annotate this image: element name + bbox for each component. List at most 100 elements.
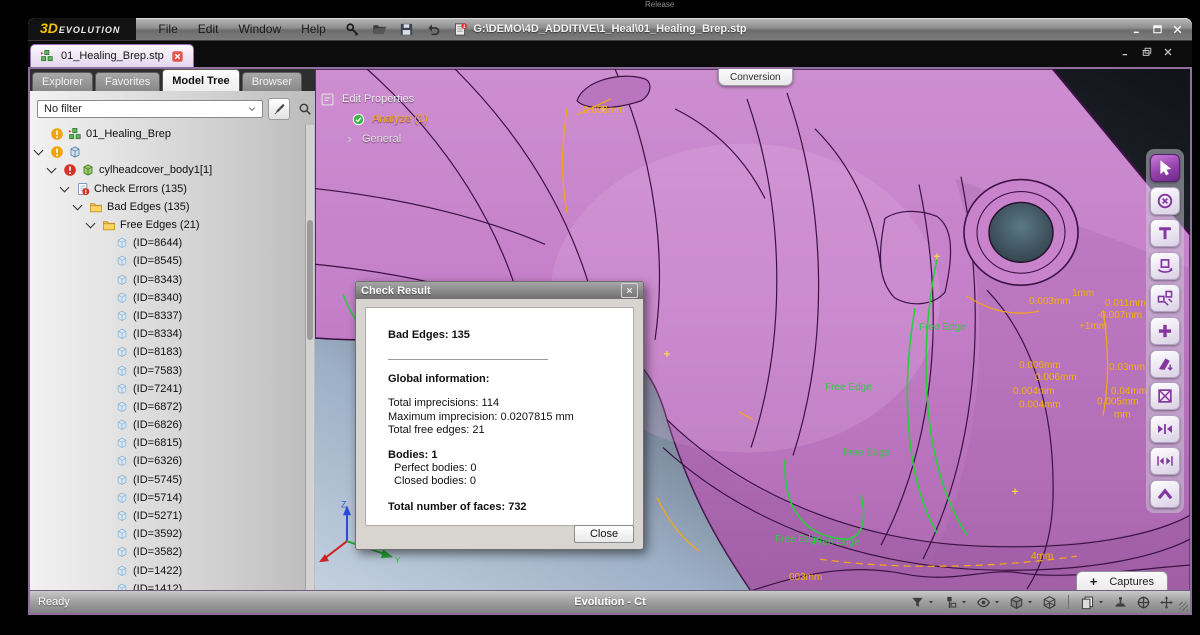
status-bar: Ready Evolution - Ct <box>30 590 1190 613</box>
render-mode-button[interactable] <box>1009 595 1034 610</box>
expand-chevron-icon[interactable] <box>72 200 83 211</box>
tree-item-01-healing-brep[interactable]: 01_Healing_Brep <box>30 125 315 143</box>
probe-tool-button[interactable] <box>1150 219 1180 248</box>
wireframe-mode-button[interactable] <box>1042 595 1057 610</box>
tab-browser[interactable]: Browser <box>241 72 303 91</box>
tree-item-id-6326[interactable]: (ID=6326) <box>30 452 315 470</box>
expand-chevron-icon[interactable] <box>46 164 57 174</box>
select-tool-button[interactable] <box>1150 154 1180 182</box>
filter-display-button[interactable] <box>910 595 935 610</box>
tree-item-id-7241[interactable]: (ID=7241) <box>30 380 315 398</box>
tree-item-id-6815[interactable]: (ID=6815) <box>30 434 315 452</box>
menu-window[interactable]: Window <box>238 22 281 36</box>
resize-grip[interactable] <box>1179 602 1188 611</box>
search-button[interactable] <box>294 98 316 120</box>
menu-file[interactable]: File <box>158 22 177 36</box>
gap-tool-button[interactable] <box>1150 447 1180 476</box>
expand-chevron-icon[interactable] <box>59 182 70 193</box>
document-tab[interactable]: 01_Healing_Brep.stp <box>30 44 194 67</box>
measurement-label: 4mm <box>1031 551 1053 562</box>
total-faces: Total number of faces: 732 <box>388 500 527 513</box>
tree-item-id-8334[interactable]: (ID=8334) <box>30 325 315 343</box>
move-bodies-tool-button[interactable] <box>1150 284 1180 313</box>
tree-item-id-7583[interactable]: (ID=7583) <box>30 361 315 379</box>
tree-item-label: (ID=6815) <box>133 437 183 450</box>
menu-edit[interactable]: Edit <box>198 22 219 36</box>
add-capture-button[interactable]: + <box>1090 574 1098 589</box>
tree-item-id-8337[interactable]: (ID=8337) <box>30 307 315 325</box>
edge-cube-icon-wrap <box>115 400 129 414</box>
maximize-button[interactable] <box>1151 23 1164 36</box>
expand-chevron-icon[interactable] <box>85 218 96 229</box>
open-file-button[interactable] <box>371 20 389 38</box>
tree-item-id-6872[interactable]: (ID=6872) <box>30 398 315 416</box>
tree-item-id-1422[interactable]: (ID=1422) <box>30 562 315 580</box>
join-edges-tool-button[interactable] <box>1150 414 1180 443</box>
dialog-close-icon[interactable] <box>621 283 638 298</box>
cube-icon <box>1010 595 1023 609</box>
child-minimize-button[interactable] <box>1120 46 1132 58</box>
edge-cube-icon-wrap <box>115 564 129 578</box>
fill-surface-tool-button[interactable] <box>1150 349 1180 378</box>
tree-item-check-errors-135[interactable]: Check Errors (135) <box>30 180 315 198</box>
tree-item-id-5745[interactable]: (ID=5745) <box>30 471 315 489</box>
save-file-button[interactable] <box>398 20 416 38</box>
tree-item-id-5714[interactable]: (ID=5714) <box>30 489 315 507</box>
close-button[interactable] <box>1171 23 1184 36</box>
session-log-button[interactable] <box>452 20 470 38</box>
analyze-item[interactable]: Analyze (1) <box>352 109 428 129</box>
center-view-button[interactable] <box>1136 595 1151 610</box>
tree-item-id-6826[interactable]: (ID=6826) <box>30 416 315 434</box>
tree-item-part-node[interactable] <box>30 143 315 161</box>
conversion-tab[interactable]: Conversion <box>718 69 793 86</box>
rotate-body-tool-button[interactable] <box>1150 251 1180 280</box>
edge-cube-icon-wrap <box>115 545 129 559</box>
collapse-toolbar-button[interactable] <box>1150 479 1180 508</box>
filter-edit-button[interactable] <box>268 98 290 120</box>
annotation-display-button[interactable] <box>943 595 968 610</box>
general-item[interactable]: General <box>344 129 428 149</box>
menu-help[interactable]: Help <box>301 22 326 36</box>
delete-face-tool-button[interactable] <box>1150 382 1180 411</box>
dialog-titlebar[interactable]: Check Result <box>356 282 643 299</box>
captures-tab[interactable]: + Captures <box>1075 571 1168 591</box>
titlebar[interactable]: 3D EVOLUTION File Edit Window Help G:\DEMO\… <box>28 18 1192 41</box>
tree-item-cylheadcover-body1-1[interactable]: cylheadcover_body1[1] <box>30 161 315 179</box>
tree-item-id-3582[interactable]: (ID=3582) <box>30 543 315 561</box>
section-plane-button[interactable] <box>1113 595 1128 610</box>
tree-item-free-edges-21[interactable]: Free Edges (21) <box>30 216 315 234</box>
add-geometry-tool-button[interactable] <box>1150 316 1180 345</box>
child-close-button[interactable] <box>1162 46 1174 58</box>
tree-item-id-5271[interactable]: (ID=5271) <box>30 507 315 525</box>
menu-bar: File Edit Window Help <box>158 22 325 36</box>
tree-item-id-8545[interactable]: (ID=8545) <box>30 252 315 270</box>
edit-properties-icon[interactable] <box>320 92 335 107</box>
filter-combobox[interactable]: No filter <box>37 100 263 118</box>
tree-item-id-8183[interactable]: (ID=8183) <box>30 343 315 361</box>
child-restore-button[interactable] <box>1141 46 1153 58</box>
views-button[interactable] <box>1080 595 1105 610</box>
document-tab-close-button[interactable] <box>171 50 184 63</box>
tab-model-tree[interactable]: Model Tree <box>162 69 240 91</box>
tree-scrollbar[interactable] <box>305 125 314 592</box>
undo-button[interactable] <box>425 20 443 38</box>
child-window-controls <box>1120 46 1174 58</box>
edge-cube-icon-wrap <box>115 236 129 250</box>
license-button[interactable] <box>344 20 362 38</box>
tree-item-id-8340[interactable]: (ID=8340) <box>30 289 315 307</box>
minimize-button[interactable] <box>1131 23 1144 36</box>
visibility-button[interactable] <box>976 595 1001 610</box>
tree-scrollbar-thumb[interactable] <box>307 220 313 340</box>
tree-item-id-8644[interactable]: (ID=8644) <box>30 234 315 252</box>
close-button[interactable]: Close <box>574 525 634 543</box>
tree-item-bad-edges-135[interactable]: Bad Edges (135) <box>30 198 315 216</box>
desktop: Release 3D EVOLUTION File Edit Window Help … <box>0 0 1200 635</box>
pan-view-button[interactable] <box>1159 595 1174 610</box>
tree-item-id-3592[interactable]: (ID=3592) <box>30 525 315 543</box>
expand-chevron-icon[interactable] <box>33 145 44 156</box>
tab-favorites[interactable]: Favorites <box>94 72 161 91</box>
deselect-tool-button[interactable] <box>1150 186 1180 215</box>
viewport[interactable]: Z Y 0.003mm 0.003mm 0.011mm -0.007mm +1mm 1mm… <box>315 69 1190 591</box>
tree-item-id-8343[interactable]: (ID=8343) <box>30 271 315 289</box>
tab-explorer[interactable]: Explorer <box>32 72 93 91</box>
